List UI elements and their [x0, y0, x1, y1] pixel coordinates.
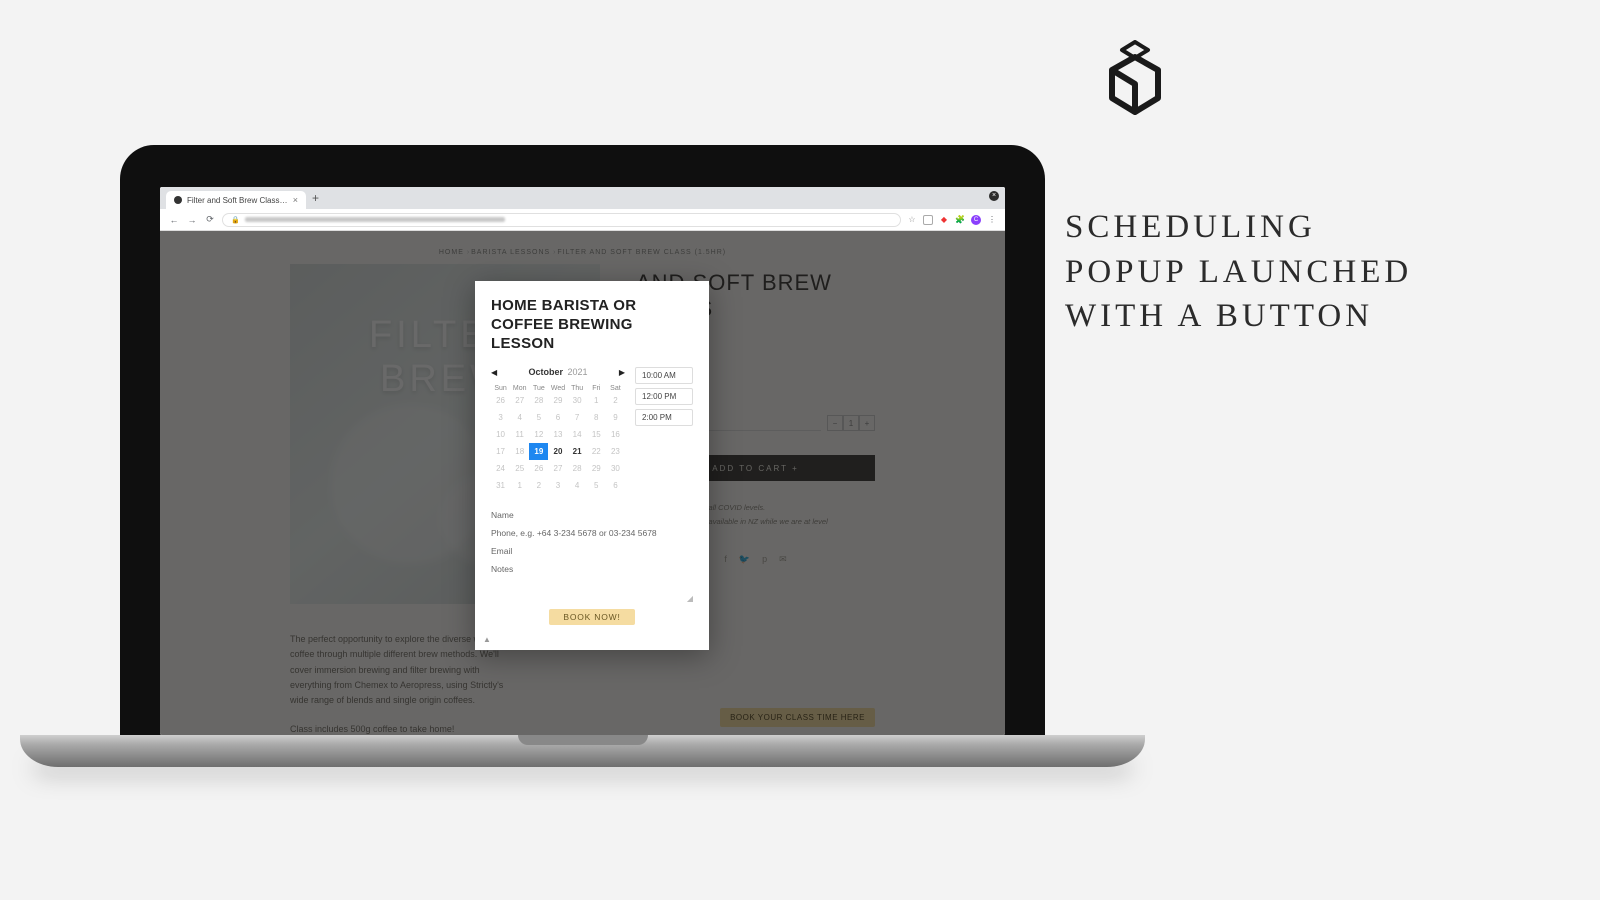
calendar-day[interactable]: 31 — [491, 477, 510, 494]
name-field[interactable]: Name — [491, 506, 693, 524]
calendar-day[interactable]: 5 — [587, 477, 606, 494]
calendar-day[interactable]: 29 — [587, 460, 606, 477]
calendar-day[interactable]: 4 — [568, 477, 587, 494]
time-slot[interactable]: 12:00 PM — [635, 388, 693, 405]
widget-brand-icon: ▲ — [483, 635, 491, 644]
calendar-day[interactable]: 14 — [568, 426, 587, 443]
calendar-day[interactable]: 27 — [510, 392, 529, 409]
calendar-dow: Thu — [568, 385, 587, 392]
calendar: ◀ October 2021 ▶ SunMonTueWedThuFriSat 2… — [491, 367, 625, 494]
lock-icon: 🔒 — [231, 216, 240, 224]
calendar-day[interactable]: 27 — [548, 460, 567, 477]
calendar-day[interactable]: 24 — [491, 460, 510, 477]
favicon-icon — [174, 196, 182, 204]
calendar-day[interactable]: 21 — [568, 443, 587, 460]
calendar-day[interactable]: 6 — [606, 477, 625, 494]
calendar-dow: Sun — [491, 385, 510, 392]
calendar-dow: Mon — [510, 385, 529, 392]
calendar-day[interactable]: 30 — [568, 392, 587, 409]
window-close-icon[interactable]: × — [989, 191, 999, 201]
calendar-day[interactable]: 18 — [510, 443, 529, 460]
calendar-day[interactable]: 1 — [510, 477, 529, 494]
book-now-button[interactable]: BOOK NOW! — [549, 609, 634, 625]
calendar-day[interactable]: 5 — [529, 409, 548, 426]
new-tab-button[interactable]: + — [312, 191, 319, 205]
forward-icon[interactable]: → — [186, 215, 198, 225]
calendar-dow: Tue — [529, 385, 548, 392]
reload-icon[interactable]: ⟳ — [204, 214, 216, 225]
tab-title: Filter and Soft Brew Class (1.5 — [187, 196, 288, 205]
calendar-day[interactable]: 16 — [606, 426, 625, 443]
url-input[interactable]: 🔒 — [222, 213, 901, 227]
calendar-day[interactable]: 28 — [568, 460, 587, 477]
calendar-day[interactable]: 3 — [548, 477, 567, 494]
calendar-day[interactable]: 29 — [548, 392, 567, 409]
calendar-day[interactable]: 30 — [606, 460, 625, 477]
calendar-dow: Fri — [587, 385, 606, 392]
calendar-month: October — [528, 367, 563, 377]
calendar-day[interactable]: 2 — [529, 477, 548, 494]
tab-bar: Filter and Soft Brew Class (1.5 × + × — [160, 187, 1005, 209]
calendar-day[interactable]: 13 — [548, 426, 567, 443]
calendar-day[interactable]: 26 — [491, 392, 510, 409]
laptop-mockup: Filter and Soft Brew Class (1.5 × + × ← … — [120, 145, 1045, 795]
bookmark-icon[interactable] — [907, 215, 917, 225]
calendar-day[interactable]: 19 — [529, 443, 548, 460]
brand-logo — [1100, 40, 1170, 125]
time-slot[interactable]: 10:00 AM — [635, 367, 693, 384]
calendar-day[interactable]: 3 — [491, 409, 510, 426]
resize-handle-icon[interactable]: ◢ — [491, 594, 693, 603]
calendar-day[interactable]: 17 — [491, 443, 510, 460]
next-month-icon[interactable]: ▶ — [619, 368, 625, 377]
calendar-day[interactable]: 28 — [529, 392, 548, 409]
modal-footer-brand: ▲ — [475, 635, 709, 650]
menu-icon[interactable] — [987, 215, 997, 225]
calendar-day[interactable]: 4 — [510, 409, 529, 426]
calendar-day[interactable]: 2 — [606, 392, 625, 409]
calendar-day[interactable]: 20 — [548, 443, 567, 460]
calendar-day[interactable]: 10 — [491, 426, 510, 443]
calendar-dow: Wed — [548, 385, 567, 392]
calendar-dow: Sat — [606, 385, 625, 392]
calendar-day[interactable]: 12 — [529, 426, 548, 443]
time-slot[interactable]: 2:00 PM — [635, 409, 693, 426]
calendar-day[interactable]: 1 — [587, 392, 606, 409]
calendar-day[interactable]: 25 — [510, 460, 529, 477]
extension-icon-2[interactable]: ◆ — [939, 215, 949, 225]
extension-icon-1[interactable] — [923, 215, 933, 225]
phone-field[interactable]: Phone, e.g. +64 3-234 5678 or 03-234 567… — [491, 524, 693, 542]
notes-field[interactable]: Notes — [491, 560, 693, 598]
calendar-day[interactable]: 23 — [606, 443, 625, 460]
time-slot-list: 10:00 AM 12:00 PM 2:00 PM — [635, 367, 693, 494]
calendar-day[interactable]: 11 — [510, 426, 529, 443]
profile-avatar[interactable]: C — [971, 215, 981, 225]
scheduling-modal: HOME BARISTA OR COFFEE BREWING LESSON ◀ … — [475, 281, 709, 650]
calendar-day[interactable]: 26 — [529, 460, 548, 477]
url-text — [245, 217, 505, 222]
address-bar: ← → ⟳ 🔒 ◆ C — [160, 209, 1005, 231]
calendar-day[interactable]: 15 — [587, 426, 606, 443]
calendar-year: 2021 — [568, 367, 588, 377]
calendar-day[interactable]: 8 — [587, 409, 606, 426]
extensions-icon[interactable] — [955, 215, 965, 225]
calendar-day[interactable]: 9 — [606, 409, 625, 426]
calendar-day[interactable]: 6 — [548, 409, 567, 426]
tab-close-icon[interactable]: × — [293, 195, 298, 205]
email-field[interactable]: Email — [491, 542, 693, 560]
back-icon[interactable]: ← — [168, 215, 180, 225]
calendar-day[interactable]: 22 — [587, 443, 606, 460]
prev-month-icon[interactable]: ◀ — [491, 368, 497, 377]
browser-tab[interactable]: Filter and Soft Brew Class (1.5 × — [166, 191, 306, 209]
calendar-day[interactable]: 7 — [568, 409, 587, 426]
slide-caption: SCHEDULING POPUP LAUNCHED WITH A BUTTON — [1065, 205, 1445, 339]
modal-title: HOME BARISTA OR COFFEE BREWING LESSON — [491, 297, 693, 353]
